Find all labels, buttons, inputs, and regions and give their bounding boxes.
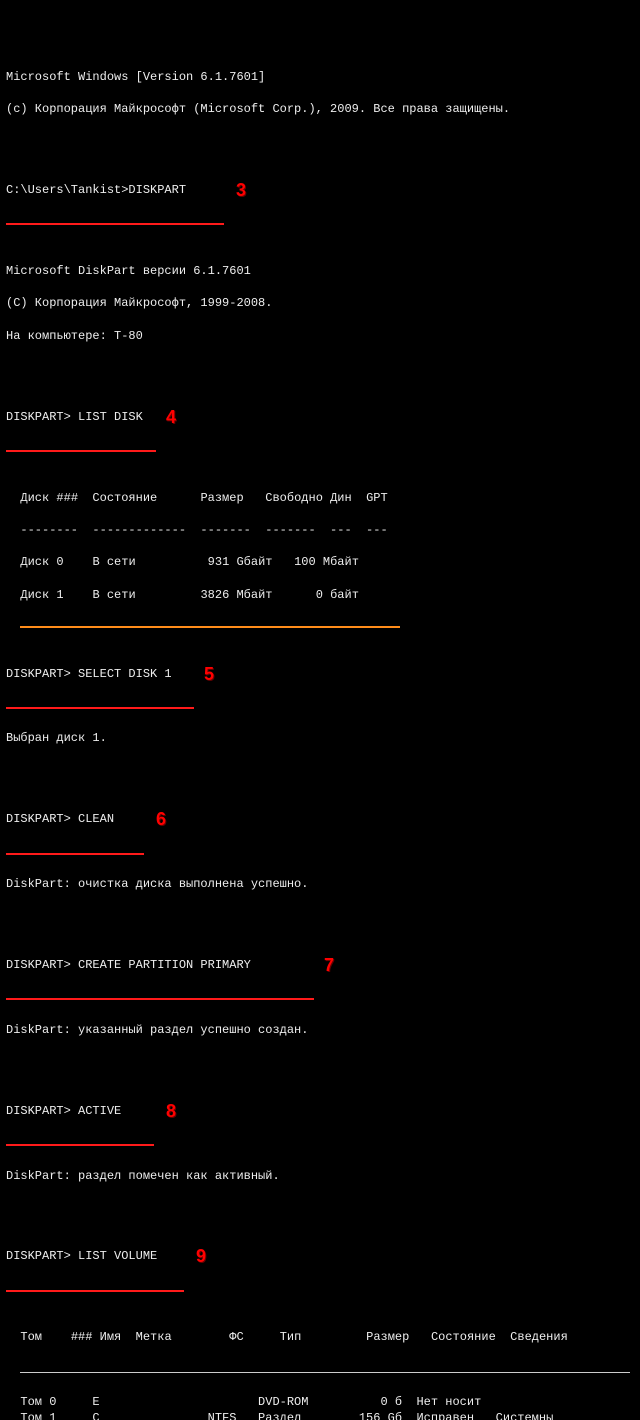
listvol-header: Том ### Имя Метка ФС Тип Размер Состояни… [6,1329,634,1345]
annotation-9: 9 [196,1244,206,1268]
listdisk-header: Диск ### Состояние Размер Свободно Дин G… [6,490,634,506]
resp-active: DiskPart: раздел помечен как активный. [6,1168,634,1184]
cmd-line-clean: DISKPART> CLEAN6 [6,811,634,827]
diskpart-copyright: (C) Корпорация Майкрософт, 1999-2008. [6,295,634,311]
listdisk-sep: -------- ------------- ------- ------- -… [6,522,634,538]
cmd-line-listvol: DISKPART> LIST VOLUME9 [6,1248,634,1264]
diskpart-version: Microsoft DiskPart версии 6.1.7601 [6,263,634,279]
annotation-4: 4 [166,405,176,429]
cmd-line-createpart: DISKPART> CREATE PARTITION PRIMARY7 [6,957,634,973]
cmd-line-listdisk: DISKPART> LIST DISK4 [6,409,634,425]
listdisk-row0: Диск 0 В сети 931 Gбайт 100 Mбайт [6,554,634,570]
cmd-line-diskpart: C:\Users\Tankist>DISKPART3 [6,182,634,198]
resp-selectdisk: Выбран диск 1. [6,730,634,746]
command: DISKPART [128,183,186,197]
annotation-6: 6 [156,807,166,831]
resp-createpart: DiskPart: указанный раздел успешно созда… [6,1022,634,1038]
resp-clean: DiskPart: очистка диска выполнена успешн… [6,876,634,892]
annotation-7: 7 [324,953,334,977]
listdisk-row1: Диск 1 В сети 3826 Mбайт 0 байт [6,587,634,603]
prompt: C:\Users\Tankist> [6,183,128,197]
annotation-5: 5 [204,662,214,686]
cmd-line-active: DISKPART> ACTIVE8 [6,1103,634,1119]
cmd-line-selectdisk: DISKPART> SELECT DISK 15 [6,666,634,682]
win-version: Microsoft Windows [Version 6.1.7601] [6,69,634,85]
diskpart-host: На компьютере: T-80 [6,328,634,344]
listvol-row: Том 1 C NTFS Раздел 156 Gб Исправен Сист… [6,1410,634,1420]
listvol-row: Том 0 E DVD-ROM 0 б Нет носит [6,1394,634,1410]
win-copyright: (c) Корпорация Майкрософт (Microsoft Cor… [6,101,634,117]
annotation-3: 3 [236,178,246,202]
annotation-8: 8 [166,1099,176,1123]
